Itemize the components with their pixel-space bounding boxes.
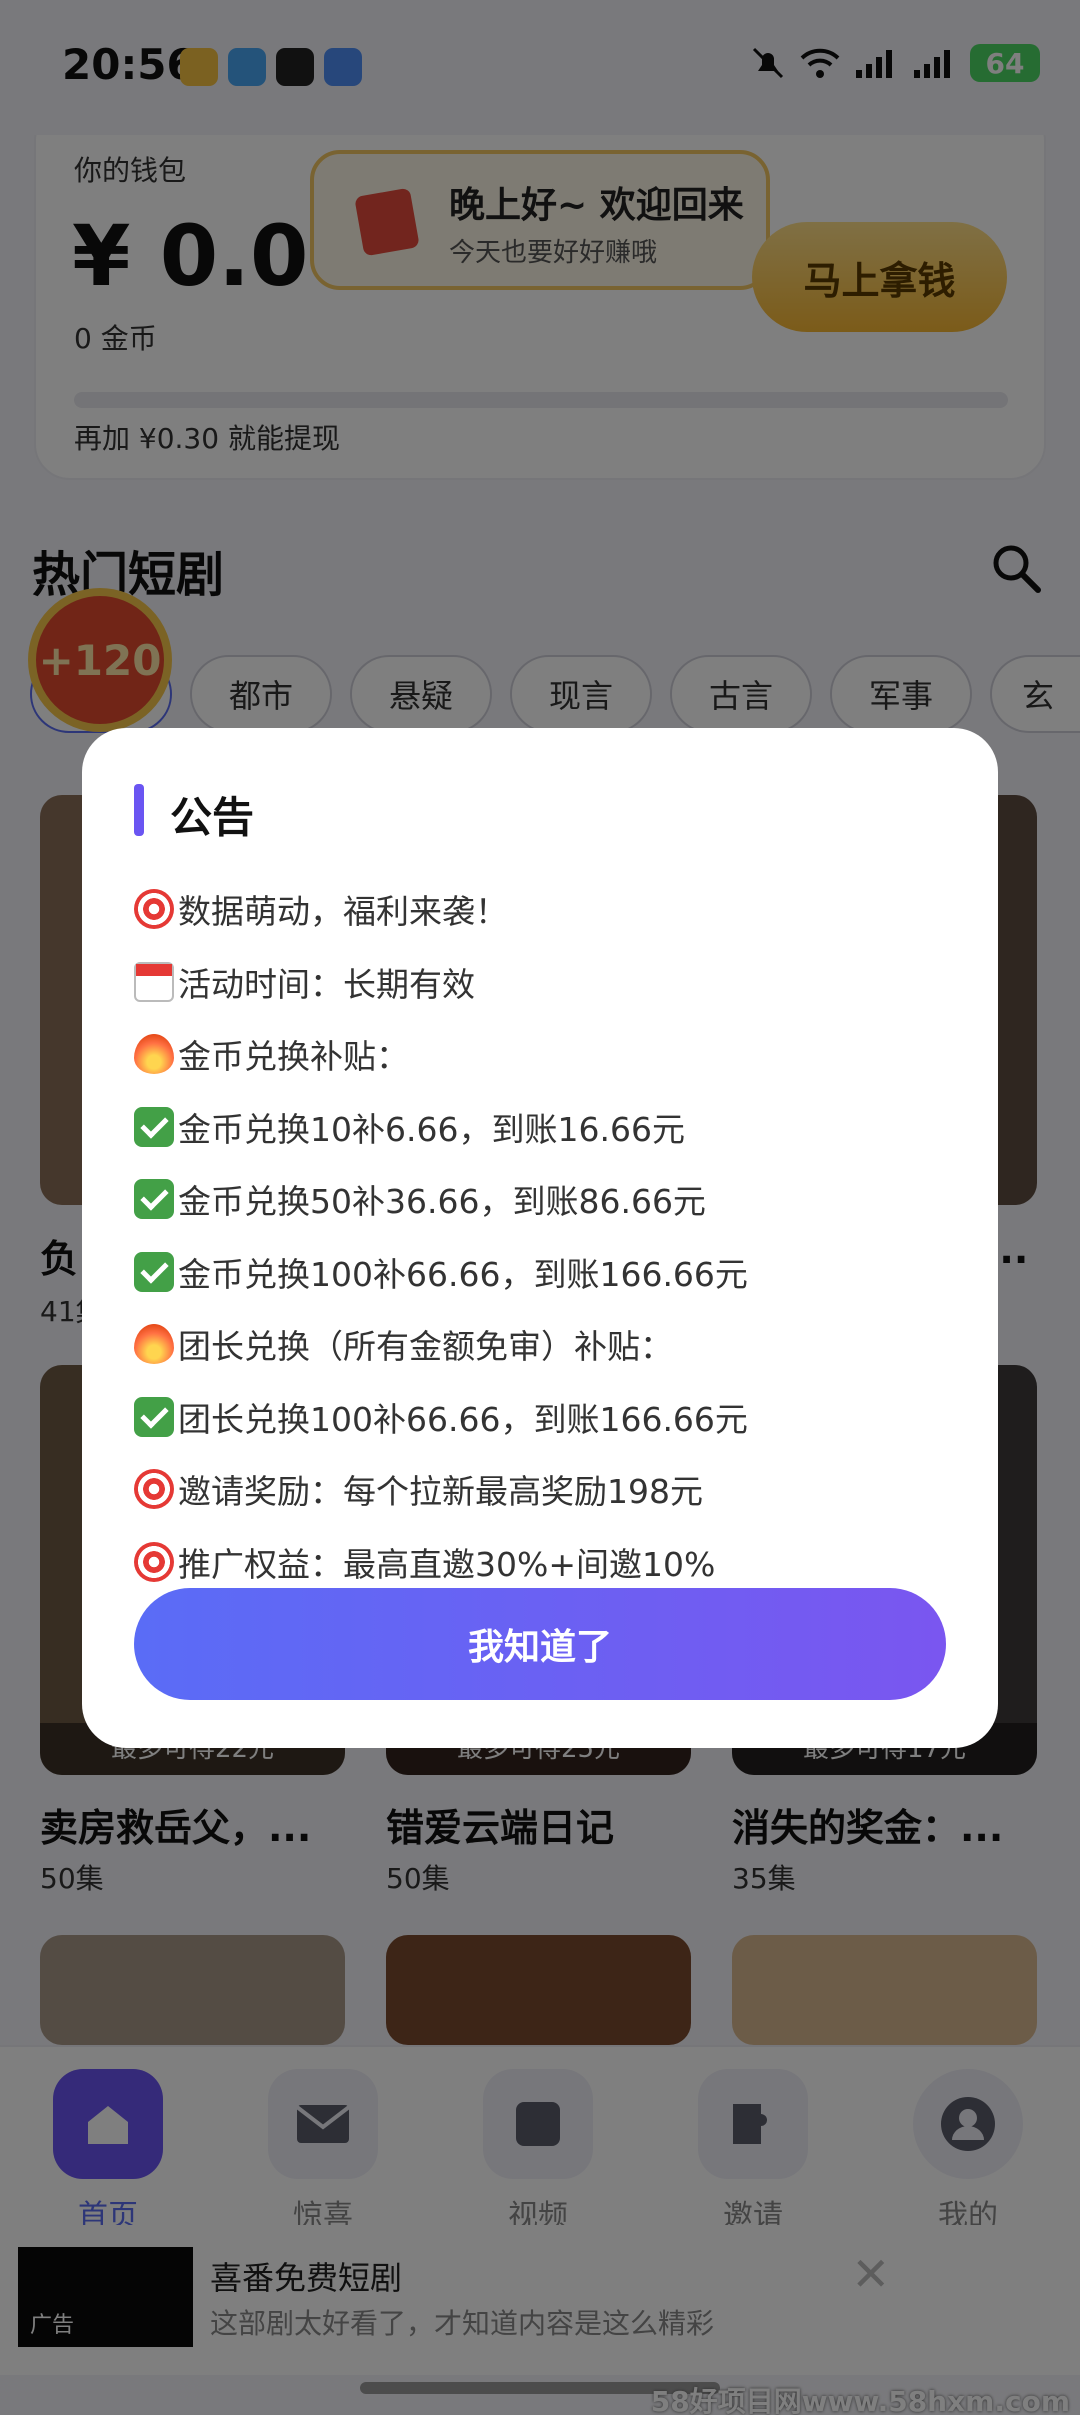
announcement-line: 活动时间：长期有效 — [134, 946, 748, 1019]
fire-icon — [134, 1324, 174, 1365]
line-text: 团长兑换（所有金额免审）补贴： — [178, 1327, 673, 1367]
line-text: 团长兑换100补66.66，到账166.66元 — [178, 1399, 748, 1439]
check-icon — [134, 1396, 174, 1437]
acknowledge-button[interactable]: 我知道了 — [134, 1588, 946, 1700]
announcement-line: 金币兑换50补36.66，到账86.66元 — [134, 1163, 748, 1236]
announcement-line: 金币兑换补贴： — [134, 1018, 748, 1091]
line-text: 金币兑换50补36.66，到账86.66元 — [178, 1182, 706, 1222]
target-icon — [134, 889, 174, 930]
line-text: 金币兑换100补66.66，到账166.66元 — [178, 1254, 748, 1294]
announcement-line: 金币兑换10补6.66，到账16.66元 — [134, 1091, 748, 1164]
title-accent-bar — [134, 784, 144, 836]
announcement-list: 数据萌动，福利来袭！ 活动时间：长期有效 金币兑换补贴： 金币兑换10补6.66… — [134, 873, 748, 1598]
announcement-dialog: 公告 数据萌动，福利来袭！ 活动时间：长期有效 金币兑换补贴： 金币兑换10补6… — [82, 728, 998, 1748]
check-icon — [134, 1179, 174, 1220]
target-icon — [134, 1541, 174, 1582]
announcement-line: 团长兑换100补66.66，到账166.66元 — [134, 1381, 748, 1454]
check-icon — [134, 1106, 174, 1147]
check-icon — [134, 1251, 174, 1292]
dialog-title: 公告 — [170, 793, 255, 842]
target-icon — [134, 1469, 174, 1510]
announcement-line: 邀请奖励：每个拉新最高奖励198元 — [134, 1453, 748, 1526]
calendar-icon — [134, 961, 174, 1002]
fire-icon — [134, 1034, 174, 1075]
line-text: 推广权益：最高直邀30%+间邀10% — [178, 1544, 716, 1584]
line-text: 金币兑换10补6.66，到账16.66元 — [178, 1109, 685, 1149]
announcement-line: 数据萌动，福利来袭！ — [134, 873, 748, 946]
line-text: 数据萌动，福利来袭！ — [178, 892, 508, 932]
line-text: 金币兑换补贴： — [178, 1037, 409, 1077]
announcement-line: 金币兑换100补66.66，到账166.66元 — [134, 1236, 748, 1309]
line-text: 活动时间：长期有效 — [178, 964, 475, 1004]
line-text: 邀请奖励：每个拉新最高奖励198元 — [178, 1472, 703, 1512]
announcement-line: 团长兑换（所有金额免审）补贴： — [134, 1308, 748, 1381]
